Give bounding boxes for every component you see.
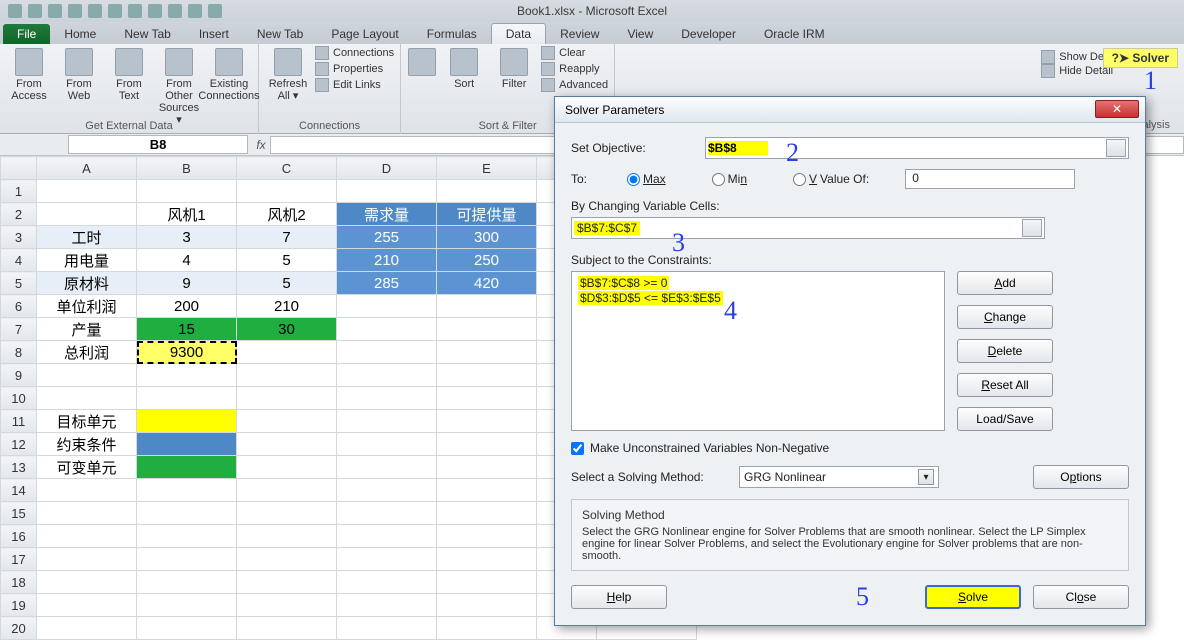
constraints-list[interactable]: $B$7:$C$8 >= 0 $D$3:$D$5 <= $E$3:$E$5 bbox=[571, 271, 945, 431]
by-changing-label: By Changing Variable Cells: bbox=[571, 199, 1129, 213]
col-header[interactable]: A bbox=[37, 157, 137, 180]
group-get-external-data: From Access From Web From Text From Othe… bbox=[0, 44, 259, 134]
min-radio[interactable]: Min bbox=[712, 172, 747, 186]
group-connections: Refresh All ▾ Connections Properties Edi… bbox=[259, 44, 401, 134]
solve-button[interactable]: Solve bbox=[925, 585, 1021, 609]
load-save-button[interactable]: Load/Save bbox=[957, 407, 1053, 431]
dialog-title: Solver Parameters bbox=[565, 103, 664, 117]
tab-home[interactable]: Home bbox=[50, 24, 110, 44]
advanced-icon bbox=[541, 78, 555, 92]
plus-icon bbox=[1041, 50, 1055, 64]
tab-pagelayout[interactable]: Page Layout bbox=[317, 24, 412, 44]
link-icon bbox=[315, 46, 329, 60]
constraint-item[interactable]: $D$3:$D$5 <= $E$3:$E$5 bbox=[578, 291, 723, 305]
filter-button[interactable]: Filter bbox=[491, 46, 537, 90]
help-button[interactable]: Help bbox=[571, 585, 667, 609]
close-button[interactable]: Close bbox=[1033, 585, 1129, 609]
row-header[interactable]: 1 bbox=[1, 180, 37, 203]
minus-icon bbox=[1041, 64, 1055, 78]
delete-button[interactable]: Delete bbox=[957, 339, 1053, 363]
valueof-radio[interactable]: VValue Of: bbox=[793, 172, 869, 186]
tab-insert[interactable]: Insert bbox=[185, 24, 243, 44]
clear-button[interactable]: Clear bbox=[541, 46, 608, 60]
solving-method-frame: Solving Method Select the GRG Nonlinear … bbox=[571, 499, 1129, 571]
titlebar: Book1.xlsx - Microsoft Excel bbox=[0, 0, 1184, 22]
tab-newtab2[interactable]: New Tab bbox=[243, 24, 317, 44]
tab-oracle[interactable]: Oracle IRM bbox=[750, 24, 839, 44]
add-button[interactable]: AAdddd bbox=[957, 271, 1053, 295]
refresh-icon bbox=[274, 48, 302, 76]
ribbon-tabs: File Home New Tab Insert New Tab Page La… bbox=[0, 22, 1184, 44]
close-button[interactable]: ✕ bbox=[1095, 100, 1139, 118]
tab-newtab1[interactable]: New Tab bbox=[110, 24, 184, 44]
properties-icon bbox=[315, 62, 329, 76]
solving-method-label: Select a Solving Method: bbox=[571, 470, 731, 484]
max-radio[interactable]: Max bbox=[627, 172, 666, 186]
clear-icon bbox=[541, 46, 555, 60]
solving-method-text: Select the GRG Nonlinear engine for Solv… bbox=[582, 526, 1118, 562]
solver-dialog: Solver Parameters ✕ Set Objective: $B$8 … bbox=[554, 96, 1146, 626]
funnel-icon bbox=[500, 48, 528, 76]
constraint-item[interactable]: $B$7:$C$8 >= 0 bbox=[578, 276, 669, 290]
reapply-icon bbox=[541, 62, 555, 76]
globe-icon bbox=[65, 48, 93, 76]
cell-b8-selected[interactable]: 9300 bbox=[137, 341, 237, 364]
tab-developer[interactable]: Developer bbox=[667, 24, 750, 44]
unconstrained-checkbox[interactable] bbox=[571, 442, 584, 455]
unconstrained-label: Make Unconstrained Variables Non-Negativ… bbox=[590, 441, 829, 455]
sort-az-icon bbox=[408, 48, 436, 76]
options-button[interactable]: Options bbox=[1033, 465, 1129, 489]
from-web-button[interactable]: From Web bbox=[56, 46, 102, 102]
tab-file[interactable]: File bbox=[3, 24, 50, 44]
sort-icon bbox=[450, 48, 478, 76]
reset-all-button[interactable]: Reset All bbox=[957, 373, 1053, 397]
edit-icon bbox=[315, 78, 329, 92]
tab-review[interactable]: Review bbox=[546, 24, 613, 44]
title-text: Book1.xlsx - Microsoft Excel bbox=[517, 4, 667, 18]
solving-method-title: Solving Method bbox=[582, 508, 1118, 522]
range-picker-icon[interactable] bbox=[1022, 219, 1042, 237]
fx-icon[interactable]: fx bbox=[252, 138, 270, 152]
col-header[interactable]: C bbox=[237, 157, 337, 180]
connections-button[interactable]: Connections bbox=[315, 46, 394, 60]
set-objective-label: Set Objective: bbox=[571, 141, 697, 155]
text-file-icon bbox=[115, 48, 143, 76]
advanced-button[interactable]: Advanced bbox=[541, 78, 608, 92]
properties-button[interactable]: Properties bbox=[315, 62, 394, 76]
tab-view[interactable]: View bbox=[613, 24, 667, 44]
constraints-label: Subject to the Constraints: bbox=[571, 253, 1129, 267]
col-header[interactable]: E bbox=[437, 157, 537, 180]
sort-button[interactable]: Sort bbox=[441, 46, 487, 90]
edit-links-button[interactable]: Edit Links bbox=[315, 78, 394, 92]
dialog-titlebar[interactable]: Solver Parameters ✕ bbox=[555, 97, 1145, 123]
variable-cells-input[interactable]: $B$7:$C$7 bbox=[571, 217, 1045, 239]
chevron-down-icon[interactable]: ▾ bbox=[918, 469, 934, 485]
to-label: To: bbox=[571, 172, 619, 186]
from-text-button[interactable]: From Text bbox=[106, 46, 152, 102]
sources-icon bbox=[165, 48, 193, 76]
set-objective-input[interactable]: $B$8 bbox=[705, 137, 1129, 159]
tab-data[interactable]: Data bbox=[491, 23, 546, 44]
solving-method-select[interactable]: GRG Nonlinear ▾ bbox=[739, 466, 939, 488]
sort-az-button[interactable] bbox=[407, 46, 437, 78]
link-icon bbox=[215, 48, 243, 76]
range-picker-icon[interactable] bbox=[1106, 139, 1126, 157]
group-label: Get External Data bbox=[6, 120, 252, 134]
quick-access-toolbar bbox=[0, 0, 222, 22]
name-box[interactable]: B8 bbox=[68, 135, 248, 154]
valueof-input[interactable]: 0 bbox=[905, 169, 1075, 189]
refresh-all-button[interactable]: Refresh All ▾ bbox=[265, 46, 311, 102]
change-button[interactable]: Change bbox=[957, 305, 1053, 329]
reapply-button[interactable]: Reapply bbox=[541, 62, 608, 76]
from-other-button[interactable]: From Other Sources ▾ bbox=[156, 46, 202, 126]
database-icon bbox=[15, 48, 43, 76]
existing-connections-button[interactable]: Existing Connections bbox=[206, 46, 252, 102]
col-header[interactable]: B bbox=[137, 157, 237, 180]
solver-button[interactable]: ?➤ Solver bbox=[1103, 48, 1178, 68]
col-header[interactable]: D bbox=[337, 157, 437, 180]
tab-formulas[interactable]: Formulas bbox=[413, 24, 491, 44]
from-access-button[interactable]: From Access bbox=[6, 46, 52, 102]
